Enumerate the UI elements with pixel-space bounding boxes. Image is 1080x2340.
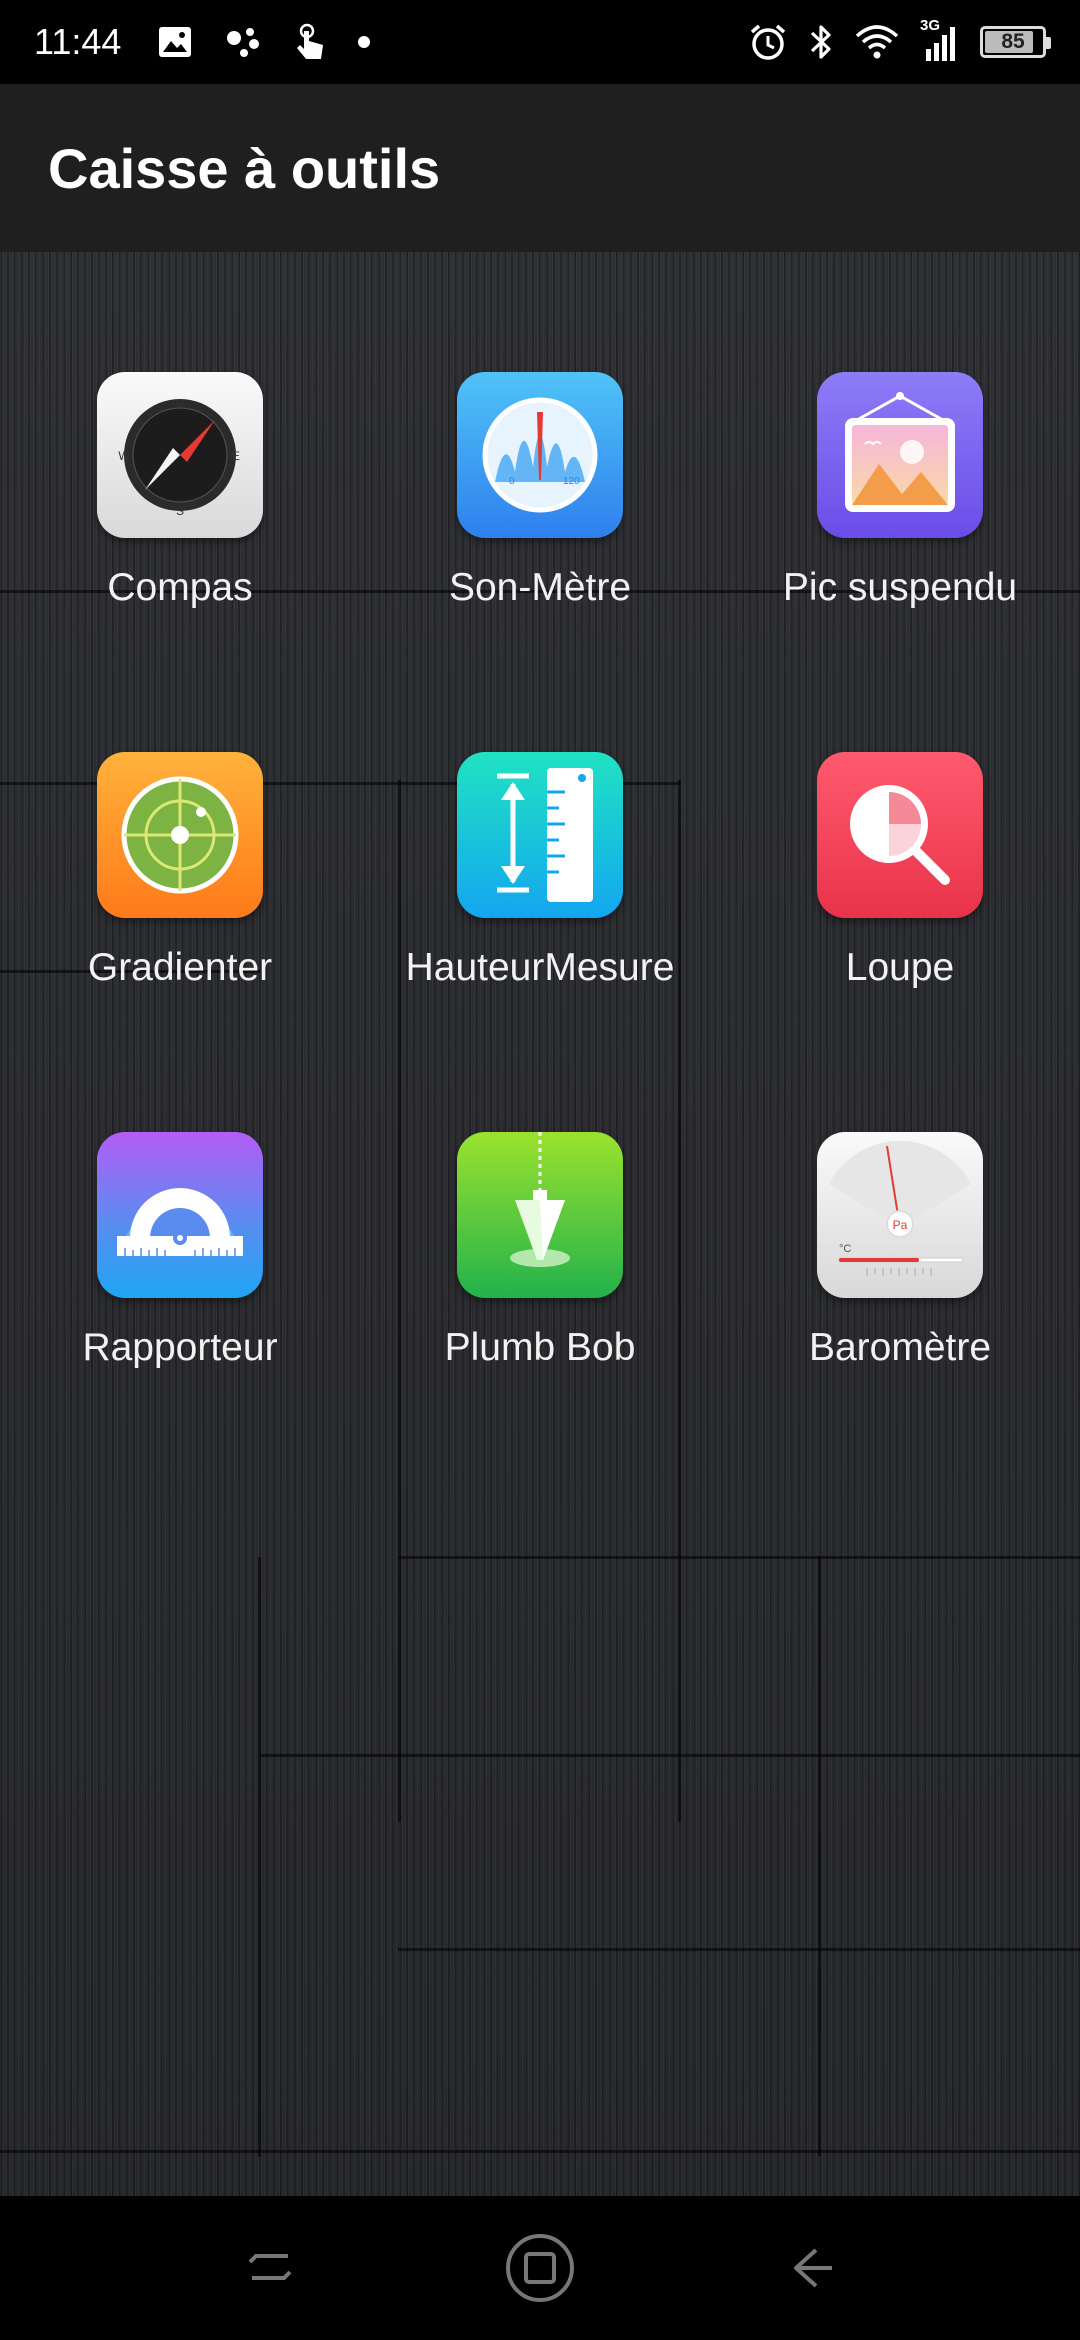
tool-label: Gradienter [87,946,273,989]
home-button[interactable] [490,2220,590,2316]
assistant-dots-icon [223,25,263,59]
tool-compass[interactable]: N S E W Compas [0,372,360,672]
status-bar: 11:44 3G 85 [0,0,1080,84]
tools-grid-background: N S E W Compas 0 120 Son-Mètre Pic suspe… [0,252,1080,2196]
protractor-icon [97,1132,263,1298]
tool-plumb-bob[interactable]: Plumb Bob [360,1132,720,1432]
cellular-icon: 3G [920,17,960,63]
svg-text:120: 120 [563,476,580,487]
panel-seam [818,1556,821,2156]
tool-hanging-picture[interactable]: Pic suspendu [720,372,1080,672]
status-time: 11:44 [34,21,122,62]
plumb-bob-icon [457,1132,623,1298]
back-icon [794,2248,832,2288]
panel-seam [260,1754,1080,1757]
barometer-icon: Pa °C [817,1132,983,1298]
panel-seam [398,1556,1080,1559]
dot-icon [357,35,371,49]
bluetooth-icon [808,22,834,62]
alarm-icon [748,22,788,62]
svg-text:0: 0 [509,476,515,487]
back-button[interactable] [760,2220,860,2316]
sound-meter-icon: 0 120 [457,372,623,538]
svg-text:Pa: Pa [893,1218,908,1232]
tool-barometer[interactable]: Pa °C Baromètre [720,1132,1080,1432]
height-measure-icon [457,752,623,918]
svg-text:N: N [176,397,185,411]
tool-label: Rapporteur [82,1326,278,1369]
magnifier-icon [817,752,983,918]
battery-percent: 85 [1001,30,1025,53]
tool-label: Pic suspendu [782,566,1018,609]
hanging-picture-icon [817,372,983,538]
recents-button[interactable] [220,2220,320,2316]
svg-text:W: W [118,449,130,463]
app-bar: Caisse à outils [0,84,1080,252]
touch-icon [293,23,327,61]
tool-protractor[interactable]: Rapporteur [0,1132,360,1432]
tool-label: Loupe [845,946,955,989]
home-icon [506,2234,574,2302]
image-icon [157,25,193,59]
svg-text:S: S [176,504,184,518]
panel-seam [0,2150,1080,2153]
tool-gradienter[interactable]: Gradienter [0,752,360,1052]
tool-magnifier[interactable]: Loupe [720,752,1080,1052]
navigation-bar [0,2196,1080,2340]
tool-sound-meter[interactable]: 0 120 Son-Mètre [360,372,720,672]
system-status-icons: 3G 85 [748,0,1051,84]
compass-icon: N S E W [97,372,263,538]
svg-text:E: E [232,449,240,463]
tool-label: Plumb Bob [444,1326,636,1369]
tool-label: Baromètre [808,1326,992,1369]
recents-icon [248,2254,292,2280]
tool-label: Compas [107,566,253,609]
panel-seam [398,1948,1080,1951]
tool-label: HauteurMesure [405,946,675,989]
wifi-icon [854,24,900,60]
page-title: Caisse à outils [48,136,441,200]
tool-label: Son-Mètre [448,566,632,609]
panel-seam [258,1557,261,2157]
svg-text:°C: °C [839,1243,851,1255]
battery-indicator: 85 [980,26,1051,58]
level-icon [97,752,263,918]
notification-icons [157,23,371,61]
tool-height-measure[interactable]: HauteurMesure [360,752,720,1052]
